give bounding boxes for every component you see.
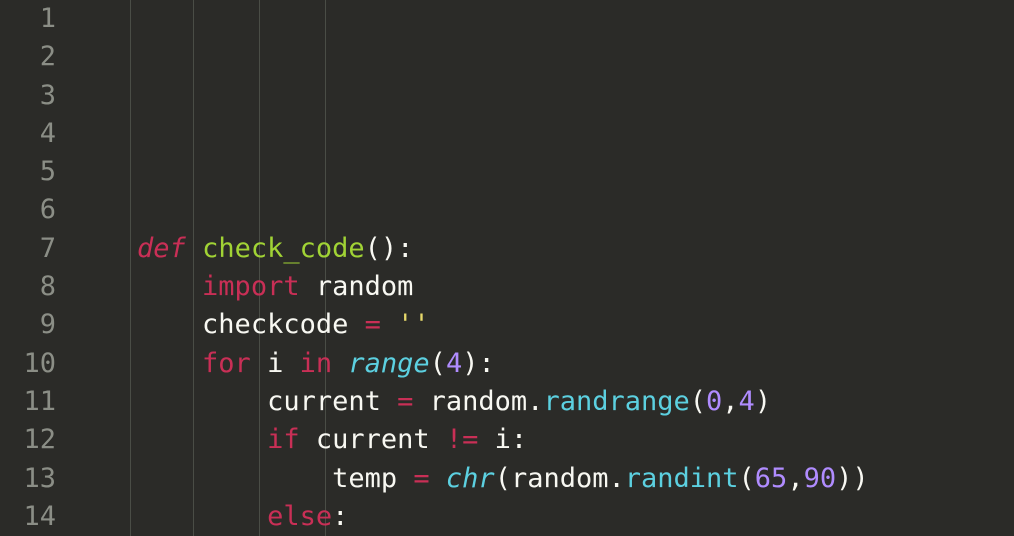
token-p: (: [739, 463, 755, 494]
token-op: =: [413, 463, 429, 494]
token-p: ): [755, 386, 771, 417]
line-number: 4: [0, 115, 56, 153]
token-ident: [72, 501, 267, 532]
token-kw2: if: [267, 424, 300, 455]
token-ident: i: [251, 348, 300, 379]
token-ident: [72, 309, 202, 340]
token-ident: random: [300, 271, 414, 302]
token-num: 4: [739, 386, 755, 417]
line-number: 6: [0, 191, 56, 229]
line-number: 12: [0, 421, 56, 459]
token-ident: [430, 463, 446, 494]
token-ident: current: [300, 424, 446, 455]
line-number: 7: [0, 230, 56, 268]
line-number: 2: [0, 38, 56, 76]
token-p: (: [430, 348, 446, 379]
code-line[interactable]: checkcode = '': [72, 306, 1014, 344]
token-ident: i:: [478, 424, 527, 455]
token-call: randint: [625, 463, 739, 494]
token-num: 65: [755, 463, 788, 494]
token-str: '': [397, 309, 430, 340]
token-ident: [72, 463, 332, 494]
token-num: 4: [446, 348, 462, 379]
token-kw2: import: [202, 271, 300, 302]
token-builtin: chr: [446, 463, 495, 494]
token-op: =: [365, 309, 381, 340]
token-num: 90: [804, 463, 837, 494]
token-kw2: for: [202, 348, 251, 379]
code-editor[interactable]: 1234567891011121314 def check_code(): im…: [0, 0, 1014, 536]
token-ident: [332, 348, 348, 379]
token-op: !=: [446, 424, 479, 455]
token-ident: [72, 233, 137, 264]
code-line[interactable]: temp = chr(random.randint(65,90)): [72, 460, 1014, 498]
token-p: (: [690, 386, 706, 417]
token-ident: [72, 424, 267, 455]
token-ident: [186, 233, 202, 264]
code-line[interactable]: else:: [72, 498, 1014, 536]
token-p: ():: [365, 233, 414, 264]
line-number: 10: [0, 345, 56, 383]
token-kw: def: [137, 233, 186, 264]
line-number: 5: [0, 153, 56, 191]
line-number: 14: [0, 498, 56, 536]
token-p: :: [332, 501, 348, 532]
line-number: 9: [0, 306, 56, 344]
code-line[interactable]: current = random.randrange(0,4): [72, 383, 1014, 421]
line-number: 1: [0, 0, 56, 38]
token-kw2: else: [267, 501, 332, 532]
token-p: ,: [787, 463, 803, 494]
token-ident: [72, 271, 202, 302]
line-number: 13: [0, 460, 56, 498]
code-area[interactable]: def check_code(): import random checkcod…: [68, 0, 1014, 536]
token-builtin: range: [348, 348, 429, 379]
token-num: 0: [706, 386, 722, 417]
token-call: randrange: [543, 386, 689, 417]
code-line[interactable]: if current != i:: [72, 421, 1014, 459]
token-ident: [381, 309, 397, 340]
token-op: =: [397, 386, 413, 417]
line-number: 11: [0, 383, 56, 421]
token-fn: check_code: [202, 233, 365, 264]
token-p: ,: [722, 386, 738, 417]
token-p: )): [836, 463, 869, 494]
token-ident: (random.: [495, 463, 625, 494]
token-ident: [72, 348, 202, 379]
line-number: 8: [0, 268, 56, 306]
token-ident: current: [267, 386, 397, 417]
token-p: ):: [462, 348, 495, 379]
token-ident: temp: [332, 463, 413, 494]
code-line[interactable]: def check_code():: [72, 230, 1014, 268]
code-line[interactable]: import random: [72, 268, 1014, 306]
line-number: 3: [0, 77, 56, 115]
token-ident: random.: [413, 386, 543, 417]
token-ident: checkcode: [202, 309, 365, 340]
line-number-gutter: 1234567891011121314: [0, 0, 68, 536]
token-ident: [72, 386, 267, 417]
token-kw2: in: [300, 348, 333, 379]
code-line[interactable]: for i in range(4):: [72, 345, 1014, 383]
